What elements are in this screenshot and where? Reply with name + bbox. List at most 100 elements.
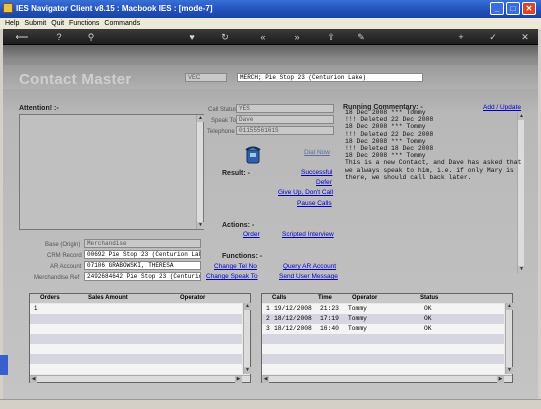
table-row[interactable] bbox=[262, 344, 504, 354]
table-row[interactable] bbox=[30, 344, 242, 354]
column-calls[interactable]: Calls bbox=[272, 295, 286, 301]
table-row[interactable] bbox=[30, 364, 242, 374]
merchandise-ref-field[interactable]: 2492684642 Pie Stop 23 (Centurion bbox=[84, 272, 201, 281]
heart-icon[interactable]: ♥ bbox=[186, 31, 198, 43]
calls-hscrollbar[interactable]: ◀ ▶ bbox=[262, 375, 512, 383]
confirm-icon[interactable]: ✓ bbox=[487, 31, 499, 43]
column-sales-amount[interactable]: Sales Amount bbox=[88, 295, 128, 301]
app-icon bbox=[3, 3, 13, 13]
commentary-scrollbar[interactable]: ▲ ▼ bbox=[517, 113, 525, 273]
column-time[interactable]: Time bbox=[318, 295, 332, 301]
send-user-message-link[interactable]: Send User Message bbox=[279, 273, 338, 280]
speak-to-field[interactable]: Dave bbox=[236, 115, 334, 124]
attention-label: Attention! :- bbox=[19, 105, 59, 112]
table-row[interactable] bbox=[30, 314, 242, 324]
result-defer-link[interactable]: Defer bbox=[316, 179, 332, 186]
export-icon[interactable]: ⇪ bbox=[325, 31, 337, 43]
menu-submit[interactable]: Submit bbox=[24, 18, 46, 29]
column-operator[interactable]: Operator bbox=[180, 295, 205, 301]
column-orders[interactable]: Orders bbox=[40, 295, 60, 301]
scroll-up-icon[interactable]: ▲ bbox=[506, 303, 513, 310]
menu-bar: Help Submit Quit Functions Commands bbox=[0, 18, 541, 29]
side-tab[interactable] bbox=[0, 355, 8, 375]
scroll-up-icon[interactable]: ▲ bbox=[244, 303, 251, 310]
scroll-down-icon[interactable]: ▼ bbox=[197, 222, 204, 229]
telephone-field[interactable]: 0115556161S bbox=[236, 126, 334, 135]
merchandise-ref-label: Merchandise Ref bbox=[34, 275, 80, 281]
table-row[interactable] bbox=[262, 364, 504, 374]
speak-to-label: Speak To bbox=[211, 118, 236, 124]
window-title: IES Navigator Client v8.15 : Macbook IES… bbox=[16, 4, 213, 13]
toolbar: ⟵ ? ⚲ ♥ ↻ « » ⇪ ✎ + ✓ ✕ bbox=[3, 29, 538, 45]
menu-quit[interactable]: Quit bbox=[51, 18, 64, 29]
scroll-up-icon[interactable]: ▲ bbox=[518, 113, 525, 120]
back-arrow-icon[interactable]: ⟵ bbox=[11, 31, 33, 43]
add-icon[interactable]: + bbox=[455, 31, 467, 43]
calls-scrollbar[interactable]: ▲ ▼ bbox=[505, 303, 513, 374]
scroll-right-icon[interactable]: ▶ bbox=[497, 376, 504, 383]
crm-record-label: CRM Record bbox=[47, 253, 82, 259]
table-row[interactable] bbox=[30, 324, 242, 334]
change-tel-link[interactable]: Change Tel No bbox=[214, 263, 257, 270]
maximize-button[interactable]: □ bbox=[506, 2, 520, 15]
menu-help[interactable]: Help bbox=[5, 18, 19, 29]
scroll-down-icon[interactable]: ▼ bbox=[244, 367, 251, 374]
orders-scrollbar[interactable]: ▲ ▼ bbox=[243, 303, 251, 374]
result-label: Result: - bbox=[222, 170, 250, 177]
header-name-field[interactable]: MERCH; Pie Stop 23 (Centurion Lake) bbox=[237, 73, 423, 82]
ar-account-field[interactable]: 07106 GRABOWSKI, THERESA bbox=[84, 261, 201, 270]
table-row[interactable] bbox=[262, 354, 504, 364]
menu-commands[interactable]: Commands bbox=[104, 18, 140, 29]
table-row[interactable] bbox=[262, 334, 504, 344]
page-title: Contact Master bbox=[19, 71, 132, 88]
result-successful-link[interactable]: Successful bbox=[301, 169, 332, 176]
title-bar: IES Navigator Client v8.15 : Macbook IES… bbox=[0, 0, 541, 18]
commentary-text: 18 Dec 2008 *** Tommy !!! Deleted 22 Dec… bbox=[345, 109, 521, 181]
table-row[interactable] bbox=[30, 354, 242, 364]
table-row[interactable]: 1 19/12/2008 21:23 Tommy OK bbox=[262, 304, 504, 314]
scroll-down-icon[interactable]: ▼ bbox=[506, 367, 513, 374]
order-link[interactable]: Order bbox=[243, 231, 260, 238]
commentary-line: 18 Dec 2008 *** Tommy bbox=[345, 109, 426, 116]
calls-grid: Calls Time Operator Status 1 19/12/2008 21… bbox=[261, 293, 513, 383]
cancel-icon[interactable]: ✕ bbox=[519, 31, 531, 43]
attention-scrollbar[interactable]: ▲ ▼ bbox=[196, 115, 204, 229]
scroll-left-icon[interactable]: ◀ bbox=[262, 376, 269, 383]
scroll-right-icon[interactable]: ▶ bbox=[235, 376, 242, 383]
orders-hscrollbar[interactable]: ◀ ▶ bbox=[30, 375, 250, 383]
commentary-line: !!! Deleted 22 Dec 2008 bbox=[345, 116, 434, 124]
dial-now-link[interactable]: Dial Now bbox=[304, 149, 330, 156]
result-give-up-link[interactable]: Give Up, Don't Call bbox=[278, 189, 333, 196]
commentary-line: 18 Dec 2008 *** Tommy bbox=[345, 152, 426, 160]
scroll-up-icon[interactable]: ▲ bbox=[197, 115, 204, 122]
scroll-left-icon[interactable]: ◀ bbox=[30, 376, 37, 383]
minimize-button[interactable]: _ bbox=[490, 2, 504, 15]
telephone-icon[interactable] bbox=[245, 146, 261, 164]
close-button[interactable]: ✕ bbox=[522, 2, 536, 15]
column-status[interactable]: Status bbox=[420, 295, 438, 301]
header-code-field[interactable]: VEC bbox=[185, 73, 227, 82]
scroll-down-icon[interactable]: ▼ bbox=[518, 266, 525, 273]
scripted-interview-link[interactable]: Scripted Interview bbox=[282, 231, 334, 238]
ar-account-label: AR Account bbox=[50, 264, 82, 270]
first-page-icon[interactable]: « bbox=[257, 31, 269, 43]
pin-icon[interactable]: ✎ bbox=[355, 31, 367, 43]
query-ar-link[interactable]: Query AR Account bbox=[283, 263, 336, 270]
table-row[interactable]: 2 18/12/2008 17:19 Tommy OK bbox=[262, 314, 504, 324]
last-page-icon[interactable]: » bbox=[291, 31, 303, 43]
change-speak-to-link[interactable]: Change Speak To bbox=[206, 273, 258, 280]
table-row[interactable] bbox=[30, 334, 242, 344]
base-origin-field[interactable]: Merchandise bbox=[84, 239, 201, 248]
call-status-field[interactable]: YES bbox=[236, 104, 334, 113]
crm-record-field[interactable]: 00692 Pie Stop 23 (Centurion Lak bbox=[84, 250, 201, 259]
column-operator[interactable]: Operator bbox=[352, 295, 377, 301]
refresh-icon[interactable]: ↻ bbox=[219, 31, 231, 43]
table-row[interactable]: 3 18/12/2008 16:40 Tommy OK bbox=[262, 324, 504, 334]
table-row[interactable]: 1 bbox=[30, 304, 242, 314]
menu-functions[interactable]: Functions bbox=[69, 18, 99, 29]
help-icon[interactable]: ? bbox=[53, 31, 65, 43]
attention-textarea[interactable]: ▲ ▼ bbox=[19, 114, 204, 230]
search-icon[interactable]: ⚲ bbox=[85, 31, 97, 43]
main-panel: Contact Master VEC MERCH; Pie Stop 23 (C… bbox=[3, 45, 538, 399]
result-pause-link[interactable]: Pause Calls bbox=[297, 200, 332, 207]
